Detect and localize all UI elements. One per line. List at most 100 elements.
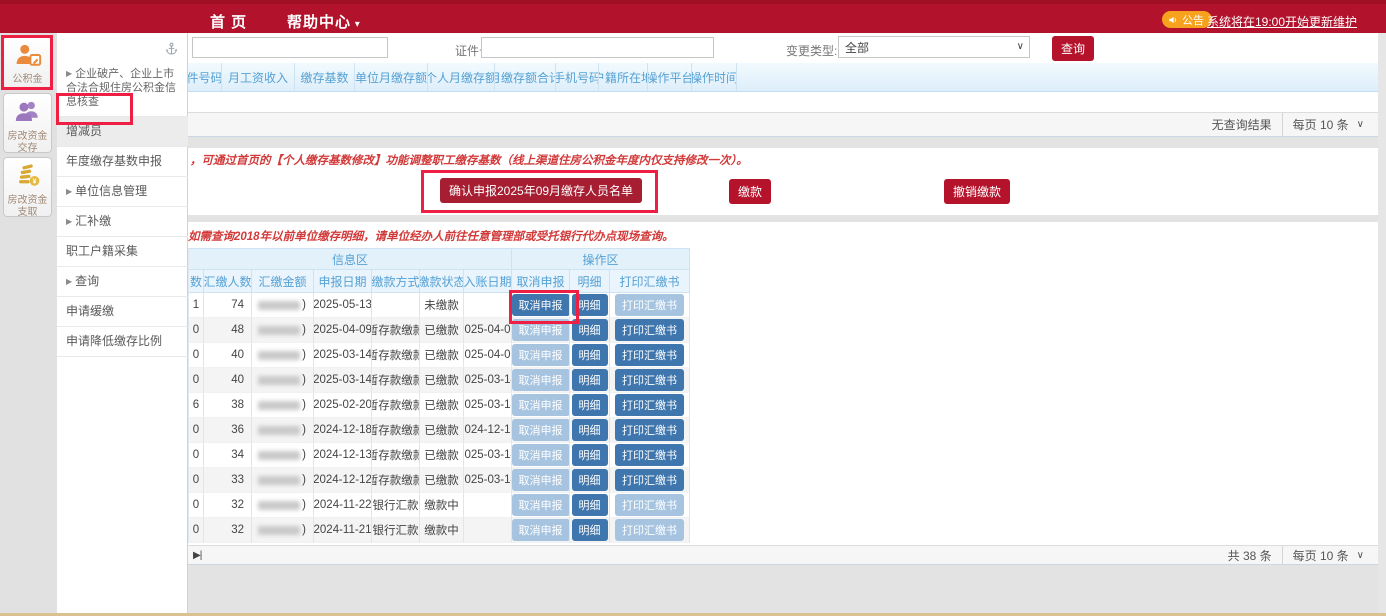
action-cell: 取消申报 [512, 393, 570, 418]
column-header[interactable]: 入账日期 [464, 270, 512, 293]
query-button[interactable]: 查询 [1052, 36, 1094, 61]
column-header[interactable]: 申报日期 [314, 270, 372, 293]
print-remit-button[interactable]: 打印汇缴书 [615, 444, 684, 466]
amount-cell: ) [252, 493, 314, 518]
cert-number-input[interactable] [481, 37, 714, 58]
action-cell: 打印汇缴书 [610, 443, 690, 468]
column-header[interactable]: 打印汇缴书 [610, 270, 690, 293]
column-header[interactable]: 手机号码 [556, 63, 599, 91]
pager-divider [1282, 546, 1283, 564]
print-remit-button[interactable]: 打印汇缴书 [615, 469, 684, 491]
amount-cell: ) [252, 418, 314, 443]
detail-button[interactable]: 明细 [572, 469, 608, 491]
cancel-declare-button[interactable]: 取消申报 [512, 494, 570, 516]
action-cell: 取消申报 [512, 368, 570, 393]
masked-amount [258, 526, 300, 535]
column-header[interactable]: 月缴存额合计 [495, 63, 556, 91]
content-footer-area [188, 565, 1378, 613]
detail-button[interactable]: 明细 [572, 419, 608, 441]
print-remit-button[interactable]: 打印汇缴书 [615, 394, 684, 416]
page-size-select[interactable]: 每页 10 条 [1293, 116, 1349, 133]
account-date-cell: 2025-04-09 [464, 343, 512, 368]
masked-amount [258, 401, 300, 410]
rail-item-label: 房改资金 交存 [4, 130, 51, 158]
cancel-payment-button[interactable]: 撤销缴款 [944, 179, 1010, 204]
detail-button[interactable]: 明细 [572, 444, 608, 466]
detail-button[interactable]: 明细 [572, 494, 608, 516]
column-header[interactable]: 件号码 [188, 63, 222, 91]
column-header[interactable]: 月工资收入 [222, 63, 295, 91]
announcement-badge[interactable]: 公告 [1162, 11, 1212, 28]
scroll-end-icon[interactable]: ▶| [193, 550, 201, 561]
rail-item-housing-deposit[interactable]: 房改资金 交存 [3, 93, 52, 153]
change-type-select[interactable]: 全部 ∨ [838, 36, 1030, 58]
masked-amount-suffix: ) [302, 399, 306, 411]
column-header[interactable]: 户籍所在地 [599, 63, 648, 91]
nav-home[interactable]: 首 页 [210, 11, 247, 32]
remit-group-header-row: 信息区操作区 [189, 248, 690, 270]
nav-help-center[interactable]: 帮助中心 ▾ [287, 11, 361, 32]
detail-button[interactable]: 明细 [572, 369, 608, 391]
people-count-cell: 32 [204, 493, 252, 518]
print-remit-button[interactable]: 打印汇缴书 [615, 319, 684, 341]
pay-status-cell: 已缴款 [420, 443, 464, 468]
base-adjust-notice: ，可通过首页的【个人缴存基数修改】功能调整职工缴存基数（线上渠道住房公积金年度内… [190, 152, 748, 168]
print-remit-button[interactable]: 打印汇缴书 [615, 344, 684, 366]
cancel-declare-button[interactable]: 取消申报 [512, 419, 570, 441]
menu-item-9[interactable]: 申请降低缴存比例 [57, 327, 188, 357]
menu-item-8[interactable]: 申请缓缴 [57, 297, 188, 327]
table-row: 032)2024-11-21银行汇款缴款中取消申报明细打印汇缴书 [189, 518, 690, 543]
account-date-cell: 2025-04-09 [464, 318, 512, 343]
amount-cell: ) [252, 443, 314, 468]
print-remit-button[interactable]: 打印汇缴书 [615, 519, 684, 541]
print-remit-button[interactable]: 打印汇缴书 [615, 369, 684, 391]
masked-amount [258, 301, 300, 310]
action-cell: 打印汇缴书 [610, 393, 690, 418]
page-size-select[interactable]: 每页 10 条 [1293, 547, 1349, 564]
anchor-icon[interactable] [164, 41, 180, 57]
cancel-declare-button[interactable]: 取消申报 [512, 444, 570, 466]
masked-amount [258, 326, 300, 335]
column-header[interactable]: 数 [189, 270, 204, 293]
column-header[interactable]: 个人月缴存额 [428, 63, 495, 91]
cancel-declare-button[interactable]: 取消申报 [512, 394, 570, 416]
column-header[interactable]: 缴款方式 [372, 270, 420, 293]
detail-button[interactable]: 明细 [572, 344, 608, 366]
column-header[interactable]: 汇缴金额 [252, 270, 314, 293]
print-remit-button[interactable]: 打印汇缴书 [615, 294, 684, 316]
action-cell: 取消申报 [512, 418, 570, 443]
count-cell: 0 [189, 343, 204, 368]
hidden-label-field[interactable] [192, 37, 388, 58]
menu-item-4[interactable]: ▶单位信息管理 [57, 177, 188, 207]
print-remit-button[interactable]: 打印汇缴书 [615, 419, 684, 441]
menu-item-5[interactable]: ▶汇补缴 [57, 207, 188, 237]
rail-item-housing-withdraw[interactable]: ¥ 房改资金 支取 [3, 157, 52, 217]
menu-item-label: 申请缓缴 [66, 304, 114, 318]
group-header-ops: 操作区 [512, 249, 690, 270]
declare-date-cell: 2024-12-18 [314, 418, 372, 443]
menu-item-6[interactable]: 职工户籍采集 [57, 237, 188, 267]
cancel-declare-button[interactable]: 取消申报 [512, 469, 570, 491]
count-cell: 0 [189, 518, 204, 543]
column-header[interactable]: 操作时间 [692, 63, 737, 91]
cancel-declare-button[interactable]: 取消申报 [512, 344, 570, 366]
column-header[interactable]: 单位月缴存额 [355, 63, 428, 91]
column-header[interactable]: 缴存基数 [295, 63, 355, 91]
people-count-cell: 33 [204, 468, 252, 493]
column-header[interactable]: 汇缴人数 [204, 270, 252, 293]
column-header[interactable]: 缴款状态 [420, 270, 464, 293]
menu-item-7[interactable]: ▶查询 [57, 267, 188, 297]
maintenance-link[interactable]: 系统将在19:00开始更新维护 [1207, 13, 1357, 30]
column-header[interactable]: 操作平台 [648, 63, 692, 91]
employee-table-header: 件号码月工资收入缴存基数单位月缴存额个人月缴存额月缴存额合计手机号码户籍所在地操… [188, 63, 1378, 92]
table-row: 048)2025-04-09暂存款缴款已缴款2025-04-09取消申报明细打印… [189, 318, 690, 343]
cancel-declare-button[interactable]: 取消申报 [512, 519, 570, 541]
right-edge-strip [1378, 33, 1386, 616]
detail-button[interactable]: 明细 [572, 519, 608, 541]
pay-button[interactable]: 缴款 [729, 179, 771, 204]
print-remit-button[interactable]: 打印汇缴书 [615, 494, 684, 516]
detail-button[interactable]: 明细 [572, 394, 608, 416]
people-count-cell: 48 [204, 318, 252, 343]
menu-item-3[interactable]: 年度缴存基数申报 [57, 147, 188, 177]
cancel-declare-button[interactable]: 取消申报 [512, 369, 570, 391]
